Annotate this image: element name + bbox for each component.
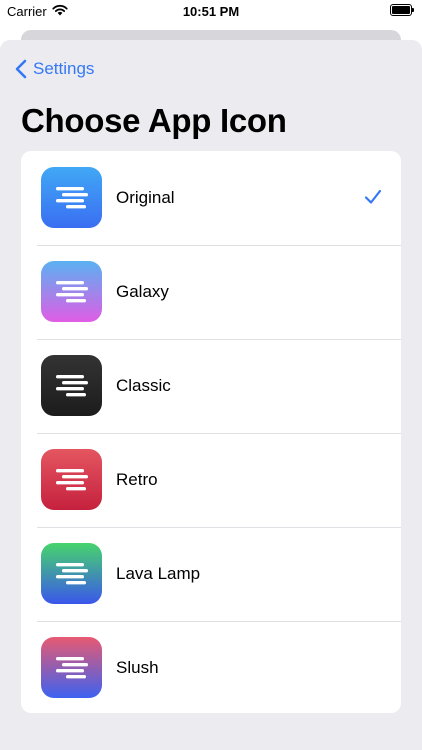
icon-list: Original Galaxy Classic Retro Lava Lamp …: [21, 151, 401, 713]
icon-option-galaxy[interactable]: Galaxy: [21, 245, 401, 339]
app-icon-preview: [41, 261, 102, 322]
app-icon-preview: [41, 637, 102, 698]
icon-option-label: Original: [116, 188, 175, 207]
app-icon-preview: [41, 449, 102, 510]
icon-option-label: Retro: [116, 470, 158, 489]
icon-option-label: Galaxy: [116, 282, 169, 301]
modal-sheet: Settings Choose App Icon Original Galaxy…: [0, 40, 422, 750]
status-bar: Carrier 10:51 PM: [0, 0, 422, 24]
chevron-left-icon: [15, 59, 27, 79]
page-title: Choose App Icon: [21, 102, 287, 139]
battery-icon: [390, 4, 414, 16]
clock: 10:51 PM: [182, 4, 240, 19]
lines-glyph-icon: [56, 375, 88, 397]
back-button-label: Settings: [33, 59, 95, 78]
checkmark-icon: [364, 189, 382, 204]
lines-glyph-icon: [56, 187, 88, 209]
icon-option-classic[interactable]: Classic: [21, 339, 401, 433]
app-icon-preview: [41, 355, 102, 416]
icon-option-label: Slush: [116, 658, 159, 677]
icon-option-slush[interactable]: Slush: [21, 621, 401, 713]
lines-glyph-icon: [56, 469, 88, 491]
icon-option-label: Classic: [116, 376, 171, 395]
icon-option-label: Lava Lamp: [116, 564, 201, 583]
back-button[interactable]: Settings: [13, 58, 94, 80]
icon-option-original[interactable]: Original: [21, 151, 401, 245]
lines-glyph-icon: [56, 657, 88, 679]
lines-glyph-icon: [56, 281, 88, 303]
lines-glyph-icon: [56, 563, 88, 585]
app-icon-preview: [41, 543, 102, 604]
icon-option-retro[interactable]: Retro: [21, 433, 401, 527]
icon-option-lava-lamp[interactable]: Lava Lamp: [21, 527, 401, 621]
app-icon-preview: [41, 167, 102, 228]
